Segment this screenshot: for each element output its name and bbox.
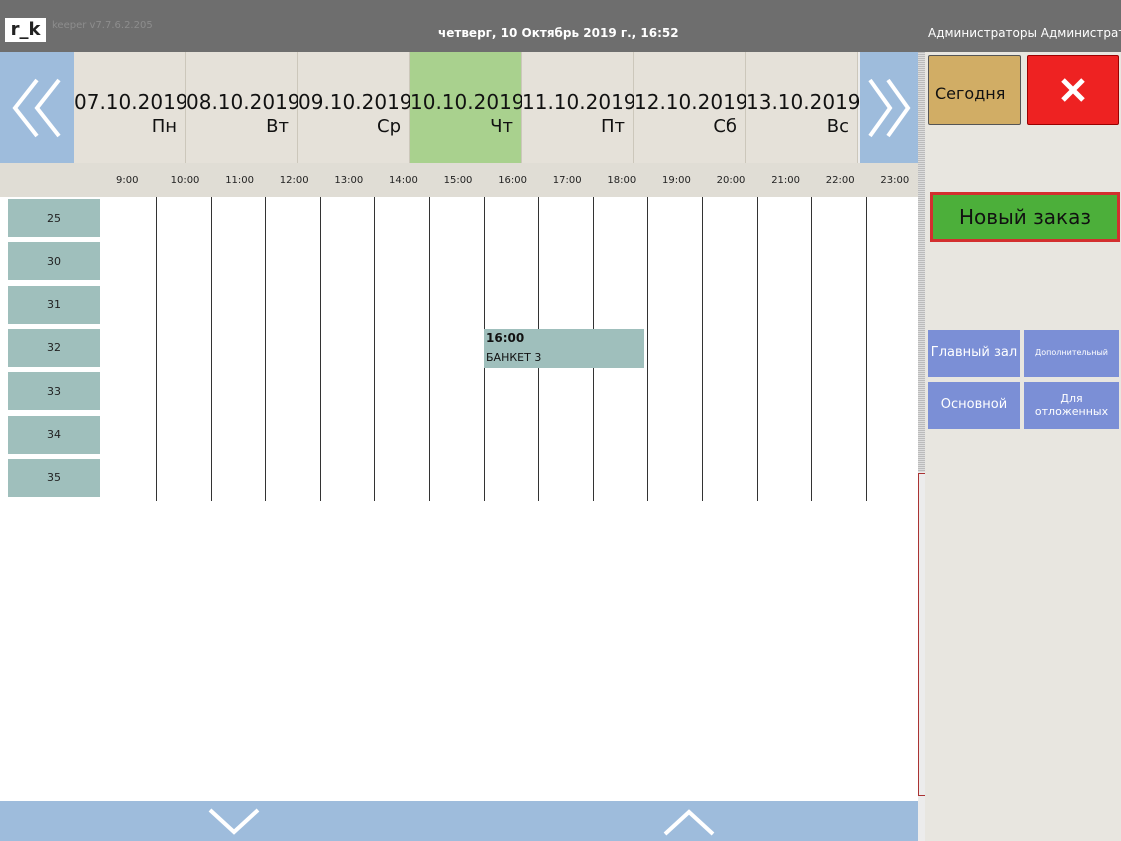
chevron-down-icon — [208, 808, 260, 835]
hour-label: 19:00 — [662, 175, 691, 186]
hall-button[interactable]: Основной — [928, 382, 1020, 429]
table-row-label[interactable]: 34 — [8, 415, 100, 456]
table-row-label[interactable]: 32 — [8, 328, 100, 369]
hall-button[interactable]: Дополнительный — [1024, 330, 1119, 377]
table-row-label[interactable]: 33 — [8, 372, 100, 413]
table-row-label[interactable]: 35 — [8, 458, 100, 499]
table-row-label[interactable]: 30 — [8, 242, 100, 283]
day-date: 11.10.2019 — [522, 90, 637, 114]
chevron-up-icon — [663, 809, 715, 836]
double-chevron-right-icon — [868, 78, 911, 137]
double-chevron-left-icon — [12, 78, 61, 137]
user-name: Администраторы Администратор — [928, 26, 1121, 40]
panel-divider — [918, 52, 925, 472]
hour-label: 21:00 — [771, 175, 801, 186]
previous-days-button[interactable] — [0, 52, 74, 163]
day-column-0[interactable]: 07.10.2019 Пн — [74, 52, 189, 163]
day-date: 13.10.2019 — [746, 90, 861, 114]
day-column-4[interactable]: 11.10.2019 Пт — [522, 52, 637, 163]
table-row-label[interactable]: 25 — [8, 199, 100, 239]
day-weekday: Вс — [826, 116, 849, 137]
next-days-button[interactable] — [860, 52, 918, 163]
top-bar: r_k keeper v7.7.6.2.205 четверг, 10 Октя… — [0, 0, 1121, 52]
hall-button[interactable]: Для отложенных — [1024, 382, 1119, 429]
scroll-down-button[interactable] — [8, 801, 460, 841]
hour-gridline — [374, 197, 376, 501]
day-column-2[interactable]: 09.10.2019 Ср — [298, 52, 413, 163]
close-button[interactable] — [1027, 55, 1119, 125]
version-label: keeper v7.7.6.2.205 — [52, 20, 153, 31]
day-column-5[interactable]: 12.10.2019 Сб — [634, 52, 749, 163]
day-weekday: Вт — [266, 116, 289, 137]
hour-label: 18:00 — [607, 175, 637, 186]
day-column-6[interactable]: 13.10.2019 Вс — [746, 52, 861, 163]
hour-label: 10:00 — [170, 175, 200, 186]
day-weekday: Пт — [600, 116, 625, 137]
new-order-button[interactable]: Новый заказ — [930, 192, 1120, 242]
hour-gridline — [702, 197, 703, 501]
hour-label: 23:00 — [880, 175, 910, 186]
day-date: 12.10.2019 — [634, 90, 749, 114]
day-date: 10.10.2019 — [410, 90, 525, 114]
hour-gridline — [319, 197, 321, 501]
hour-gridline — [265, 197, 267, 501]
reservation-grid[interactable] — [0, 197, 918, 801]
hour-label: 20:00 — [716, 175, 746, 186]
reservation-name: БАНКЕТ 3 — [486, 351, 542, 364]
reservation-block[interactable]: 16:00 БАНКЕТ 3 — [484, 329, 644, 368]
day-date: 09.10.2019 — [298, 90, 413, 114]
hour-label: 12:00 — [279, 175, 309, 186]
hour-label: 13:00 — [334, 175, 364, 186]
today-button-label: Сегодня — [935, 84, 1006, 103]
reservation-time: 16:00 — [486, 331, 525, 345]
day-weekday: Сб — [713, 116, 737, 137]
hour-label: 16:00 — [498, 175, 528, 186]
day-date: 08.10.2019 — [186, 90, 301, 114]
day-column-1[interactable]: 08.10.2019 Вт — [186, 52, 301, 163]
hour-gridline — [865, 197, 867, 501]
scroll-up-button[interactable] — [463, 801, 915, 841]
hour-label: 17:00 — [552, 175, 582, 186]
day-column-3[interactable]: 10.10.2019 Чт — [410, 52, 525, 163]
day-date: 07.10.2019 — [74, 90, 189, 114]
hour-gridline — [756, 197, 758, 501]
hall-button[interactable]: Главный зал — [928, 330, 1020, 377]
close-icon — [1061, 78, 1085, 102]
hour-label: 14:00 — [389, 175, 418, 186]
hour-gridline — [210, 197, 212, 501]
hour-gridline — [429, 197, 430, 501]
hour-label: 11:00 — [225, 175, 255, 186]
hour-gridline — [811, 197, 813, 501]
vertical-scrollbar[interactable] — [918, 473, 925, 796]
logo: r_k — [5, 18, 46, 42]
current-datetime: четверг, 10 Октябрь 2019 г., 16:52 — [438, 26, 679, 40]
day-weekday: Ср — [377, 116, 401, 137]
hour-label: 15:00 — [443, 175, 473, 186]
today-button[interactable]: Сегодня — [928, 55, 1021, 125]
table-row-label[interactable]: 31 — [8, 285, 100, 326]
hour-label: 22:00 — [825, 175, 855, 186]
hour-gridline — [647, 197, 649, 501]
hour-gridline — [156, 197, 157, 501]
hour-label: 9:00 — [116, 175, 139, 186]
day-weekday: Чт — [490, 116, 513, 137]
day-weekday: Пн — [151, 116, 177, 137]
right-panel — [925, 52, 1121, 841]
